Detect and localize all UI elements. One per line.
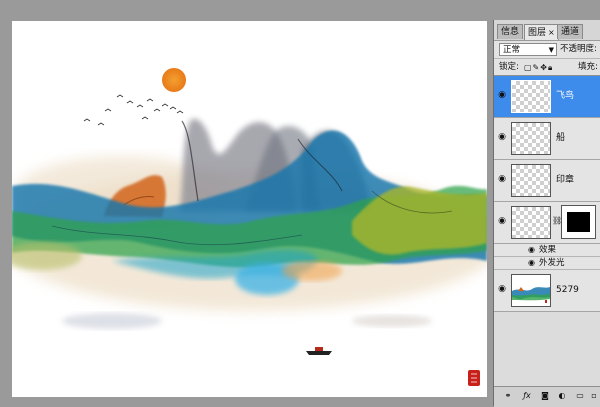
group-icon[interactable]: ▭ bbox=[574, 390, 586, 402]
tab-channels[interactable]: 通道 bbox=[557, 24, 584, 39]
sun bbox=[162, 68, 186, 92]
outer-glow-row[interactable]: ◉ 外发光 bbox=[494, 257, 600, 270]
layer-thumbnail bbox=[511, 206, 551, 239]
new-layer-icon[interactable]: ▫ bbox=[589, 390, 599, 402]
tab-channels-label: 通道 bbox=[561, 27, 580, 37]
tab-info-label: 信息 bbox=[501, 27, 520, 37]
lock-row: 锁定: ▢✎✥🔒︎ 填充: bbox=[494, 58, 600, 76]
workspace bbox=[0, 0, 491, 406]
layer-thumbnail bbox=[511, 274, 551, 307]
eye-icon[interactable]: ◉ bbox=[497, 90, 507, 100]
layer-thumbnail bbox=[511, 80, 551, 113]
blend-row: 正常 ▼ 不透明度: bbox=[494, 40, 600, 59]
fx-icon[interactable]: ƒx bbox=[520, 390, 534, 402]
tab-layers[interactable]: 图层 × bbox=[524, 24, 559, 40]
outer-glow-label: 外发光 bbox=[539, 258, 565, 268]
document-canvas[interactable] bbox=[12, 21, 487, 397]
fill-label: 填充: bbox=[578, 62, 598, 72]
layer-list: ◉ 飞鸟 ◉ 船 ◉ 印章 ◉ ⛓︎ ◉ 效果 ◉ 外发光 ◉ 5279 bbox=[494, 75, 600, 386]
eye-icon[interactable]: ◉ bbox=[528, 257, 535, 269]
effects-label: 效果 bbox=[539, 245, 557, 255]
layer-name: 船 bbox=[556, 133, 566, 143]
layer-row[interactable]: ◉ 船 bbox=[494, 118, 600, 160]
layers-panel: 信息 图层 × 通道 正常 ▼ 不透明度: 锁定: ▢✎✥🔒︎ 填充: ◉ 飞鸟 … bbox=[493, 20, 600, 407]
link-icon[interactable]: ⚭ bbox=[502, 390, 514, 402]
layer-name: 印章 bbox=[556, 175, 575, 185]
layer-name: 5279 bbox=[556, 285, 579, 295]
panel-tabs: 信息 图层 × 通道 bbox=[494, 24, 600, 40]
close-icon[interactable]: × bbox=[548, 28, 555, 37]
mask-icon[interactable]: ◙ bbox=[539, 390, 551, 402]
layer-thumbnail bbox=[511, 164, 551, 197]
lock-options-icons[interactable]: ▢✎✥🔒︎ bbox=[524, 62, 553, 73]
eye-icon[interactable]: ◉ bbox=[497, 132, 507, 142]
small-boat bbox=[306, 347, 332, 355]
layer-thumbnail bbox=[511, 122, 551, 155]
lock-label: 锁定: bbox=[499, 62, 519, 72]
red-seal bbox=[468, 370, 480, 386]
opacity-label: 不透明度: bbox=[560, 44, 597, 54]
chevron-down-icon: ▼ bbox=[548, 46, 554, 54]
layer-row[interactable]: ◉ ⛓︎ bbox=[494, 202, 600, 244]
blend-mode-value: 正常 bbox=[503, 45, 521, 55]
ink-landscape-artwork bbox=[12, 68, 487, 386]
eye-icon[interactable]: ◉ bbox=[497, 216, 507, 226]
layer-name: 飞鸟 bbox=[556, 91, 575, 101]
effects-row[interactable]: ◉ 效果 bbox=[494, 244, 600, 257]
flying-birds bbox=[83, 94, 184, 126]
tab-info[interactable]: 信息 bbox=[497, 24, 524, 39]
layer-row[interactable]: ◉ 印章 bbox=[494, 160, 600, 202]
eye-icon[interactable]: ◉ bbox=[497, 284, 507, 294]
tab-layers-label: 图层 bbox=[528, 28, 547, 38]
layer-mask-thumbnail[interactable] bbox=[561, 205, 596, 239]
layer-row[interactable]: ◉ 飞鸟 bbox=[494, 76, 600, 118]
panel-bottom-toolbar: ⚭ ƒx ◙ ◐ ▭ ▫ bbox=[494, 386, 600, 407]
eye-icon[interactable]: ◉ bbox=[497, 174, 507, 184]
layer-row[interactable]: ◉ 5279 bbox=[494, 270, 600, 312]
eye-icon[interactable]: ◉ bbox=[528, 244, 535, 256]
blend-mode-select[interactable]: 正常 ▼ bbox=[499, 43, 557, 56]
adjustment-icon[interactable]: ◐ bbox=[556, 390, 568, 402]
